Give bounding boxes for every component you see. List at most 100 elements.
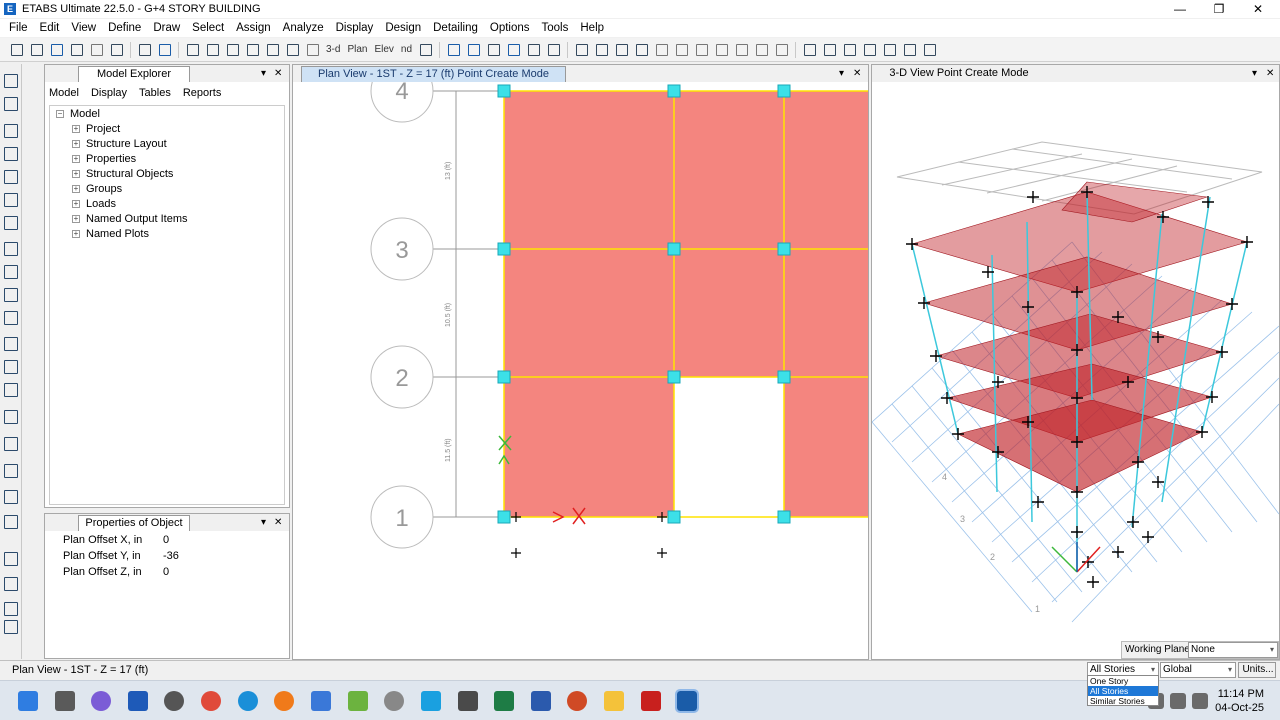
tree-node-project[interactable]: + Project (72, 123, 120, 135)
open-icon[interactable] (28, 41, 45, 59)
assign-frame-icon[interactable] (861, 41, 878, 59)
panel-menu-icon[interactable]: ▾ (839, 66, 844, 81)
zoom-in-icon[interactable] (204, 41, 221, 59)
assign-line-icon[interactable] (921, 41, 938, 59)
panel-close-icon[interactable]: ✕ (274, 515, 282, 530)
stories-option[interactable]: Similar Stories (1088, 696, 1158, 706)
display-options-icon[interactable] (525, 41, 542, 59)
draw-slab-icon[interactable] (693, 41, 710, 59)
column-point[interactable] (777, 510, 791, 524)
draw-wall-tool-icon[interactable] (4, 337, 18, 351)
zoom-window-icon[interactable] (184, 41, 201, 59)
close-button[interactable]: ✕ (1238, 0, 1278, 18)
all-snap-icon[interactable] (4, 552, 18, 566)
pointer-select-icon[interactable] (4, 74, 18, 88)
expand-icon[interactable]: + (72, 200, 80, 208)
draw-wall-icon[interactable] (633, 41, 650, 59)
draw-point-icon[interactable] (773, 41, 790, 59)
chrome-icon[interactable] (201, 691, 221, 711)
menu-view[interactable]: View (65, 22, 102, 34)
column-point[interactable] (497, 84, 511, 98)
save-icon[interactable] (48, 41, 65, 59)
snap-tool-icon[interactable] (4, 620, 18, 634)
menu-options[interactable]: Options (484, 22, 536, 34)
menu-design[interactable]: Design (379, 22, 427, 34)
expand-icon[interactable]: + (72, 125, 80, 133)
powerpoint-icon[interactable] (567, 691, 587, 711)
property-row-offset-x[interactable]: Plan Offset X, in 0 (63, 534, 283, 550)
draw-frame-icon[interactable] (573, 41, 590, 59)
draw-dimension-icon[interactable] (753, 41, 770, 59)
reshape-icon[interactable] (4, 97, 18, 111)
tree-node-named-plots[interactable]: + Named Plots (72, 228, 149, 240)
column-point[interactable] (777, 84, 791, 98)
draw-rectangle-icon[interactable] (4, 265, 18, 279)
rotate-icon[interactable] (417, 41, 434, 59)
menu-select[interactable]: Select (186, 22, 230, 34)
excel-icon[interactable] (494, 691, 514, 711)
property-value[interactable]: 0 (163, 566, 169, 578)
property-value[interactable]: -36 (163, 550, 179, 562)
assign-load-icon[interactable] (881, 41, 898, 59)
model-3d-canvas[interactable]: 4 3 2 1 (872, 82, 1279, 659)
undo-icon[interactable] (68, 41, 85, 59)
tree-node-loads[interactable]: + Loads (72, 198, 116, 210)
elevation-view-button[interactable]: Elev (372, 41, 395, 59)
clear-snap-icon[interactable] (4, 602, 18, 616)
draw-link-tool-icon[interactable] (4, 410, 18, 424)
working-plane-select[interactable]: None ▾ (1188, 642, 1278, 658)
settings-app-icon[interactable] (164, 691, 184, 711)
draw-strip-icon[interactable] (4, 490, 18, 504)
stories-option[interactable]: One Story (1088, 676, 1158, 686)
draw-link-icon[interactable] (673, 41, 690, 59)
assign-restraint-icon[interactable] (841, 41, 858, 59)
draw-grid-icon[interactable] (733, 41, 750, 59)
nvidia-icon[interactable] (348, 691, 368, 711)
pen-app-icon[interactable] (128, 691, 148, 711)
check-icon[interactable] (505, 41, 522, 59)
column-point[interactable] (667, 370, 681, 384)
draw-grid-tool-icon[interactable] (4, 437, 18, 451)
units-button[interactable]: Units... (1238, 662, 1276, 678)
start-icon[interactable] (18, 691, 38, 711)
tab-reports[interactable]: Reports (183, 83, 222, 103)
menu-analyze[interactable]: Analyze (277, 22, 330, 34)
calculator-icon[interactable] (458, 691, 478, 711)
lock-icon[interactable] (108, 41, 125, 59)
draw-brace-icon[interactable] (653, 41, 670, 59)
coordinate-system-select[interactable]: Global ▾ (1160, 662, 1236, 678)
draw-opening-icon[interactable] (713, 41, 730, 59)
column-point[interactable] (667, 510, 681, 524)
panel-close-icon[interactable]: ✕ (853, 66, 861, 81)
tray-volume-icon[interactable] (1170, 693, 1186, 709)
expand-icon[interactable]: + (72, 140, 80, 148)
column-point[interactable] (497, 370, 511, 384)
panel-menu-icon[interactable]: ▾ (1252, 66, 1257, 81)
task-view-icon[interactable] (55, 691, 75, 711)
notes-app-icon[interactable] (421, 691, 441, 711)
menu-detailing[interactable]: Detailing (427, 22, 484, 34)
etabs-taskbar-icon[interactable] (675, 689, 699, 713)
menu-display[interactable]: Display (330, 22, 380, 34)
view-3d-title[interactable]: 3-D View Point Create Mode (878, 66, 1040, 82)
new-model-icon[interactable] (8, 41, 25, 59)
collapse-icon[interactable]: − (56, 110, 64, 118)
panel-close-icon[interactable]: ✕ (274, 66, 282, 81)
pencil-icon[interactable] (136, 41, 153, 59)
plan-view-title[interactable]: Plan View - 1ST - Z = 17 (ft) Point Crea… (301, 66, 566, 82)
view-3d-button[interactable]: 3-d (324, 41, 342, 59)
menu-define[interactable]: Define (102, 22, 147, 34)
zoom-out-icon[interactable] (224, 41, 241, 59)
column-point[interactable] (777, 370, 791, 384)
menu-tools[interactable]: Tools (536, 22, 575, 34)
panel-menu-icon[interactable]: ▾ (261, 66, 266, 81)
column-point[interactable] (667, 242, 681, 256)
plan-canvas[interactable]: 13 (ft) 10.5 (ft) 11.5 (ft) 4 3 2 1 (293, 82, 868, 659)
menu-assign[interactable]: Assign (230, 22, 277, 34)
draw-quick-floor-icon[interactable] (4, 288, 18, 302)
tab-display[interactable]: Display (91, 83, 127, 103)
zoom-previous-icon[interactable] (244, 41, 261, 59)
clock-date[interactable]: 04-Oct-25 (1215, 702, 1264, 714)
menu-help[interactable]: Help (574, 22, 610, 34)
assign-section-icon[interactable] (801, 41, 818, 59)
